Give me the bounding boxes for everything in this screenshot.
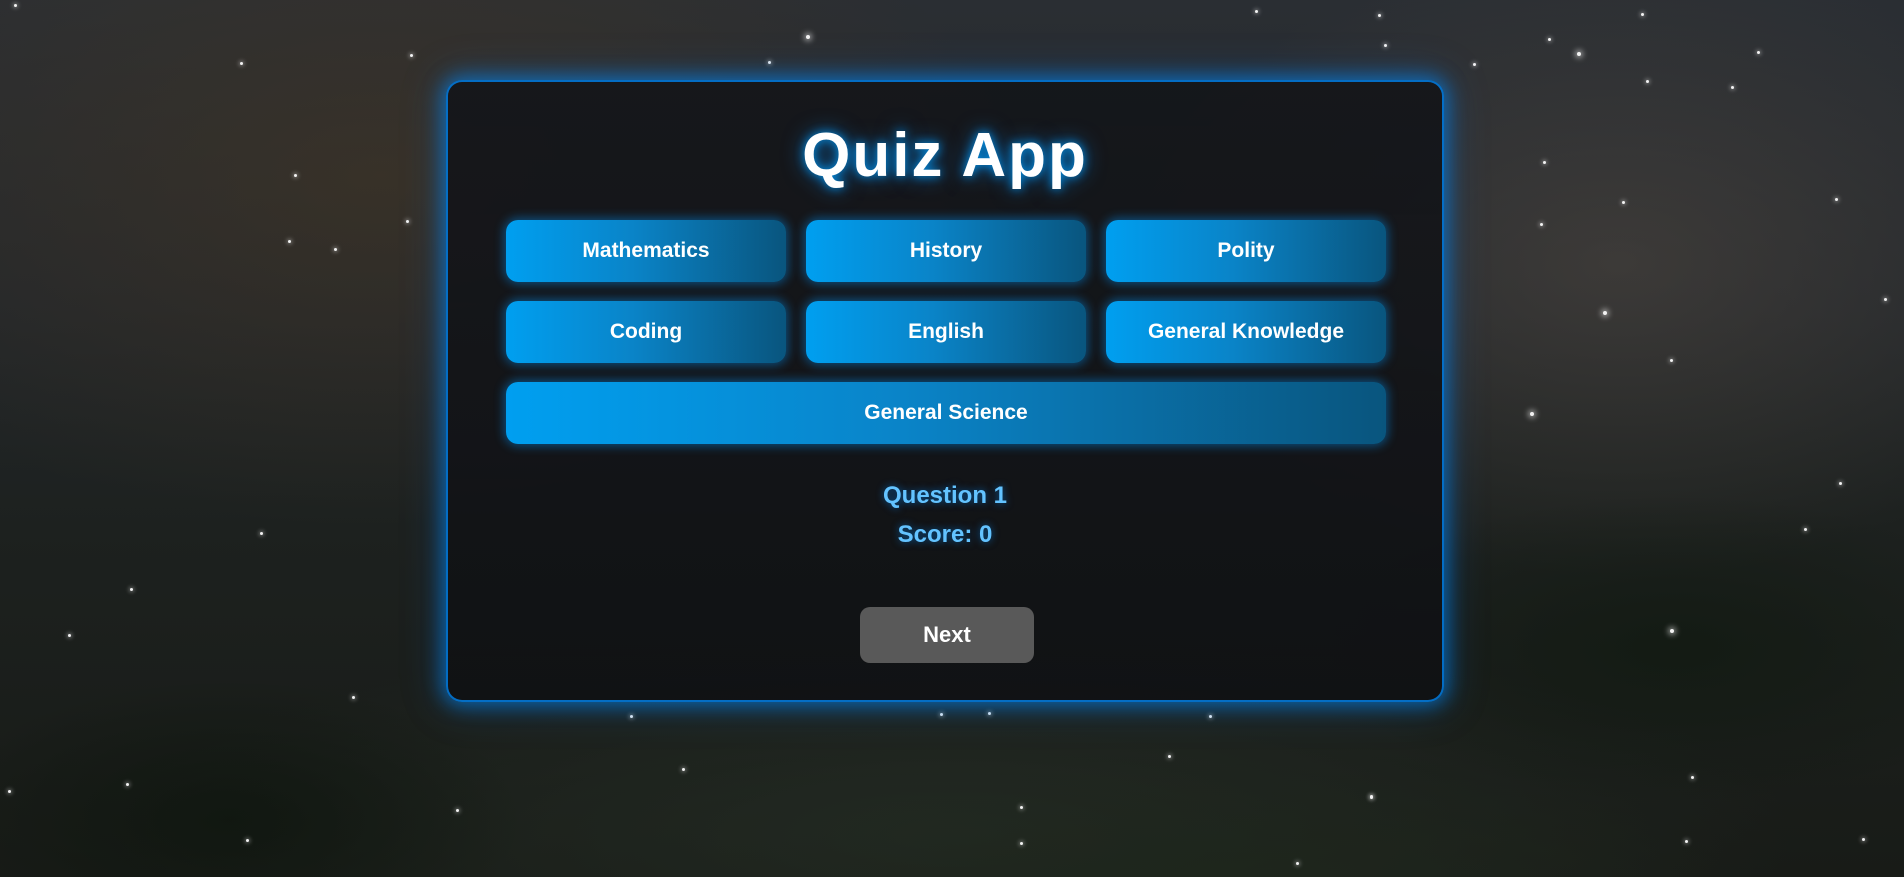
star — [1757, 51, 1760, 54]
star — [288, 240, 291, 243]
star — [988, 712, 991, 715]
star — [246, 839, 249, 842]
score-display: Score: 0 — [897, 521, 993, 548]
star — [294, 174, 297, 177]
star — [1839, 482, 1842, 485]
star — [240, 62, 243, 65]
star — [1884, 298, 1887, 301]
star — [806, 35, 810, 39]
star — [1685, 840, 1688, 843]
category-button-general-science[interactable]: General Science — [506, 382, 1386, 444]
star — [1384, 44, 1387, 47]
star — [410, 54, 413, 57]
category-button-english[interactable]: English — [806, 301, 1086, 363]
next-button[interactable]: Next — [860, 607, 1034, 663]
star — [1691, 776, 1694, 779]
category-button-polity[interactable]: Polity — [1106, 220, 1386, 282]
star — [1020, 806, 1023, 809]
star — [334, 248, 337, 251]
star — [630, 715, 633, 718]
star — [1646, 80, 1649, 83]
star — [1548, 38, 1551, 41]
star — [1473, 63, 1476, 66]
star — [768, 61, 771, 64]
star — [68, 634, 71, 637]
star — [1020, 842, 1023, 845]
star — [1622, 201, 1625, 204]
star — [1530, 412, 1534, 416]
app-title: Quiz App — [802, 121, 1088, 190]
star — [1804, 528, 1807, 531]
star — [1378, 14, 1381, 17]
category-button-mathematics[interactable]: Mathematics — [506, 220, 786, 282]
star — [1255, 10, 1258, 13]
quiz-card: Quiz App Mathematics History Polity Codi… — [446, 80, 1444, 702]
category-grid: Mathematics History Polity Coding Englis… — [506, 220, 1388, 444]
star — [1370, 796, 1373, 799]
star — [1603, 311, 1607, 315]
star — [352, 696, 355, 699]
star — [406, 220, 409, 223]
star — [456, 809, 459, 812]
star — [126, 783, 129, 786]
star — [1670, 359, 1673, 362]
star — [8, 790, 11, 793]
star — [1641, 13, 1644, 16]
star — [1835, 198, 1838, 201]
star — [1670, 629, 1674, 633]
star — [1543, 161, 1546, 164]
star — [1370, 795, 1373, 798]
category-button-history[interactable]: History — [806, 220, 1086, 282]
question-counter: Question 1 — [882, 482, 1008, 509]
category-button-coding[interactable]: Coding — [506, 301, 786, 363]
star — [1731, 86, 1734, 89]
star — [1862, 838, 1865, 841]
star — [682, 768, 685, 771]
star — [1296, 862, 1299, 865]
star — [260, 532, 263, 535]
star — [1540, 223, 1543, 226]
star — [1209, 715, 1212, 718]
star — [130, 588, 133, 591]
star — [940, 713, 943, 716]
category-button-general-knowledge[interactable]: General Knowledge — [1106, 301, 1386, 363]
star — [1168, 755, 1171, 758]
star — [1577, 52, 1581, 56]
star — [14, 4, 17, 7]
